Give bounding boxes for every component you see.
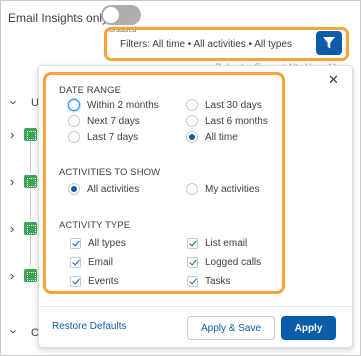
radio-last-30-days[interactable]: Last 30 days (186, 99, 262, 111)
close-icon[interactable]: ✕ (328, 73, 339, 87)
checkbox[interactable] (187, 257, 198, 268)
radio-button[interactable] (186, 183, 198, 195)
timeline-line (30, 236, 31, 266)
checkbox-all-types[interactable]: All types (70, 238, 126, 249)
checkbox[interactable] (70, 276, 81, 287)
timeline-line (30, 189, 31, 219)
radio-button[interactable] (186, 99, 198, 111)
chevron-right-icon[interactable]: › (10, 174, 14, 189)
checkbox-events[interactable]: Events (70, 276, 119, 287)
radio-my-activities[interactable]: My activities (186, 183, 259, 195)
filter-funnel-icon (323, 37, 335, 49)
activity-icon (24, 128, 37, 141)
checkbox-tasks[interactable]: Tasks (187, 276, 231, 287)
timeline-line (30, 142, 31, 172)
checkbox[interactable] (70, 257, 81, 268)
radio-all-activities[interactable]: All activities (68, 183, 139, 195)
radio-button[interactable] (186, 115, 198, 127)
activity-type-title: ACTIVITY TYPE (59, 220, 131, 231)
activity-icon (24, 222, 37, 235)
radio-next-7-days[interactable]: Next 7 days (68, 115, 140, 127)
apply-and-save-button[interactable]: Apply & Save (187, 316, 275, 340)
chevron-right-icon[interactable]: › (10, 268, 14, 283)
activity-icon (24, 269, 37, 282)
chevron-right-icon[interactable]: › (10, 221, 14, 236)
checkbox-list-email[interactable]: List email (187, 238, 247, 249)
filter-summary-text: Filters: All time • All activities • All… (120, 39, 293, 50)
apply-button[interactable]: Apply (281, 316, 336, 340)
radio-within-2-months[interactable]: Within 2 months (68, 99, 159, 111)
radio-button[interactable] (68, 183, 80, 195)
radio-button[interactable] (68, 115, 80, 127)
chevron-down-icon[interactable]: › (7, 100, 22, 104)
checkbox[interactable] (187, 276, 198, 287)
activities-to-show-title: ACTIVITIES TO SHOW (59, 167, 161, 178)
date-range-title: DATE RANGE (59, 85, 122, 96)
radio-button[interactable] (68, 99, 80, 111)
panel-footer-divider (39, 306, 352, 307)
toggle-knob (103, 7, 119, 23)
restore-defaults-link[interactable]: Restore Defaults (52, 321, 126, 332)
activity-icon (24, 175, 37, 188)
checkbox-email[interactable]: Email (70, 257, 113, 268)
chevron-down-icon[interactable]: › (7, 329, 22, 333)
checkbox[interactable] (70, 238, 81, 249)
radio-last-6-months[interactable]: Last 6 months (186, 115, 268, 127)
checkbox-logged-calls[interactable]: Logged calls (187, 257, 261, 268)
radio-last-7-days[interactable]: Last 7 days (68, 131, 138, 143)
email-insights-toggle[interactable] (101, 5, 141, 25)
email-insights-label: Email Insights only (8, 11, 109, 25)
filter-button[interactable] (316, 31, 342, 55)
radio-button[interactable] (186, 131, 198, 143)
radio-button[interactable] (68, 131, 80, 143)
radio-all-time[interactable]: All time (186, 131, 238, 143)
chevron-right-icon[interactable]: › (10, 127, 14, 142)
checkbox[interactable] (187, 238, 198, 249)
